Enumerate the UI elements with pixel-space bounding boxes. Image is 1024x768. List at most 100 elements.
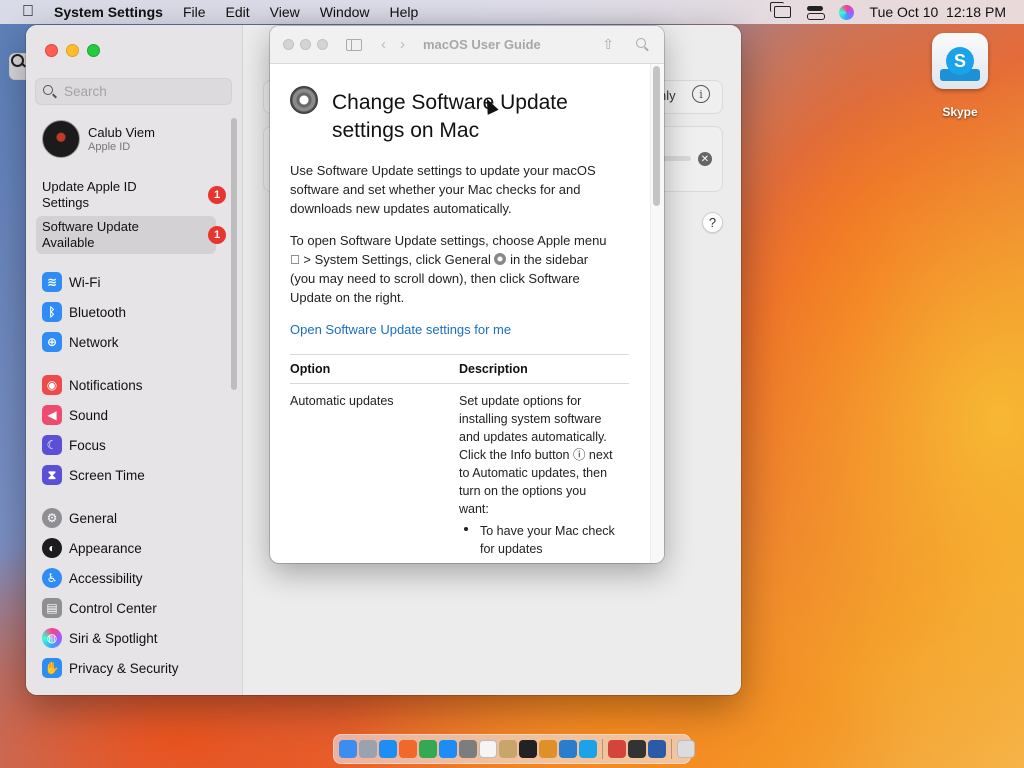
instruments-icon[interactable]: [499, 740, 517, 758]
sidebar-item-screen-time[interactable]: ⧗ Screen Time: [42, 464, 145, 486]
garageband-icon[interactable]: [539, 740, 557, 758]
speaker-icon: ◀: [42, 405, 62, 425]
zoom-window-button[interactable]: [317, 39, 328, 50]
avatar: [42, 120, 80, 158]
sidebar-notice-update-apple-id[interactable]: Update Apple ID Settings 1: [36, 176, 226, 214]
pdf-app-icon[interactable]: [608, 740, 626, 758]
article-title: Change Software Update settings on Mac: [332, 89, 632, 145]
sidebar-item-control-center[interactable]: ▤ Control Center: [42, 597, 157, 619]
finder-icon[interactable]: [339, 740, 357, 758]
zoom-window-button[interactable]: [87, 44, 100, 57]
table-header-option: Option: [290, 362, 331, 376]
sidebar-item-label: Accessibility: [69, 570, 143, 586]
sidebar-item-siri-spotlight[interactable]: ◍ Siri & Spotlight: [42, 627, 158, 649]
sidebar-item-network[interactable]: ⊕ Network: [42, 331, 119, 353]
sidebar-item-label: Appearance: [69, 540, 142, 556]
system-settings-icon[interactable]: [459, 740, 477, 758]
sidebar-item-focus[interactable]: ☾ Focus: [42, 434, 106, 456]
notice-label-line1: Update Apple ID: [42, 179, 137, 194]
sidebar-item-accessibility[interactable]: ♿ Accessibility: [42, 567, 143, 589]
info-icon[interactable]: i: [692, 85, 710, 103]
safari-icon[interactable]: [379, 740, 397, 758]
text-line: want:: [459, 502, 489, 516]
settings-gear-icon: [290, 86, 318, 114]
help-scrollbar[interactable]: [653, 66, 660, 206]
menu-clock[interactable]: Tue Oct 10 12:18 PM: [870, 4, 1006, 20]
vscode-icon[interactable]: [559, 740, 577, 758]
chrome-icon[interactable]: [419, 740, 437, 758]
sidebar-toggle-icon[interactable]: [346, 38, 362, 51]
help-article: Change Software Update settings on Mac U…: [270, 64, 650, 563]
menu-window[interactable]: Window: [320, 4, 370, 20]
menu-edit[interactable]: Edit: [226, 4, 250, 20]
sidebar-notice-software-update[interactable]: Software Update Available 1: [36, 216, 226, 254]
table-cell-description: Set update options for installing system…: [459, 392, 629, 518]
table-cell-option: Automatic updates: [290, 394, 394, 408]
search-input[interactable]: [64, 84, 224, 99]
apple-id-profile[interactable]: Calub Viem Apple ID: [42, 120, 155, 158]
cancel-circle-icon[interactable]: ✕: [698, 152, 712, 166]
menu-help[interactable]: Help: [390, 4, 419, 20]
notice-label-line2: Settings: [42, 195, 89, 210]
list-bullet: [464, 527, 468, 531]
dock-separator: [671, 739, 672, 759]
text-line: Use Software Update settings to update y…: [290, 163, 596, 178]
general-settings-icon: [494, 253, 507, 265]
appearance-icon: ◐: [42, 538, 62, 558]
sidebar-item-label: Bluetooth: [69, 304, 127, 320]
help-button[interactable]: ?: [702, 212, 723, 233]
trash-icon[interactable]: [677, 740, 695, 758]
close-window-button[interactable]: [283, 39, 294, 50]
text-line: Update on the right.: [290, 290, 405, 305]
article-paragraph-1: Use Software Update settings to update y…: [290, 161, 635, 218]
notice-label-line1: Software Update: [42, 219, 139, 234]
help-toolbar: ‹ › macOS User Guide ⇧: [270, 26, 664, 64]
open-software-update-link[interactable]: Open Software Update settings for me: [290, 322, 511, 337]
text-line: installing system software: [459, 412, 602, 426]
sidebar-scrollbar[interactable]: [231, 118, 237, 390]
bell-icon: ◉: [42, 375, 62, 395]
sidebar-item-sound[interactable]: ◀ Sound: [42, 404, 108, 426]
share-icon[interactable]: ⇧: [602, 36, 614, 53]
sidebar-item-label: Notifications: [69, 377, 143, 393]
back-arrow-icon[interactable]: ‹: [381, 36, 386, 53]
virtualbox-icon[interactable]: [648, 740, 666, 758]
sidebar-item-label: Control Center: [69, 600, 157, 616]
help-viewer-window: ‹ › macOS User Guide ⇧ Change Software U…: [270, 26, 664, 563]
firefox-icon[interactable]: [399, 740, 417, 758]
sidebar-item-wifi[interactable]: ≋ Wi-Fi: [42, 271, 100, 293]
textedit-icon[interactable]: [479, 740, 497, 758]
sidebar-item-bluetooth[interactable]: ᛒ Bluetooth: [42, 301, 126, 323]
minimize-window-button[interactable]: [66, 44, 79, 57]
terminal-icon[interactable]: [519, 740, 537, 758]
siri-menu-icon[interactable]: [838, 4, 854, 20]
minimize-window-button[interactable]: [300, 39, 311, 50]
screen-mirroring-icon[interactable]: [769, 2, 791, 18]
control-center-menu-icon[interactable]: [806, 5, 825, 20]
text-fragment: > System Settings, click General: [290, 252, 491, 267]
profile-subtitle: Apple ID: [88, 141, 131, 153]
sidebar-item-privacy-security[interactable]: ✋ Privacy & Security: [42, 657, 179, 679]
sidebar-item-general[interactable]: ⚙ General: [42, 507, 117, 529]
close-window-button[interactable]: [45, 44, 58, 57]
menu-app-name[interactable]: System Settings: [54, 4, 163, 20]
apple-logo-icon: : [290, 252, 300, 267]
desktop-skype-icon[interactable]: S Skype: [930, 33, 990, 119]
menu-file[interactable]: File: [183, 4, 206, 20]
window-controls: [45, 44, 100, 57]
launchpad-icon[interactable]: [359, 740, 377, 758]
sidebar-item-notifications[interactable]: ◉ Notifications: [42, 374, 143, 396]
skype-dock-icon[interactable]: [579, 740, 597, 758]
help-search-icon[interactable]: [636, 37, 650, 52]
apple-menu-icon[interactable]: : [18, 0, 38, 24]
app-store-icon[interactable]: [439, 740, 457, 758]
menu-view[interactable]: View: [270, 4, 300, 20]
text-line: (you may need to scroll down), then clic…: [290, 271, 580, 286]
accessibility-icon: ♿: [42, 568, 62, 588]
text-line: Click the Info button ⓘ next: [459, 448, 613, 462]
notice-badge: 1: [208, 226, 226, 244]
sidebar-search[interactable]: [35, 78, 232, 105]
piano-icon[interactable]: [628, 740, 646, 758]
forward-arrow-icon[interactable]: ›: [400, 36, 405, 53]
sidebar-item-appearance[interactable]: ◐ Appearance: [42, 537, 142, 559]
